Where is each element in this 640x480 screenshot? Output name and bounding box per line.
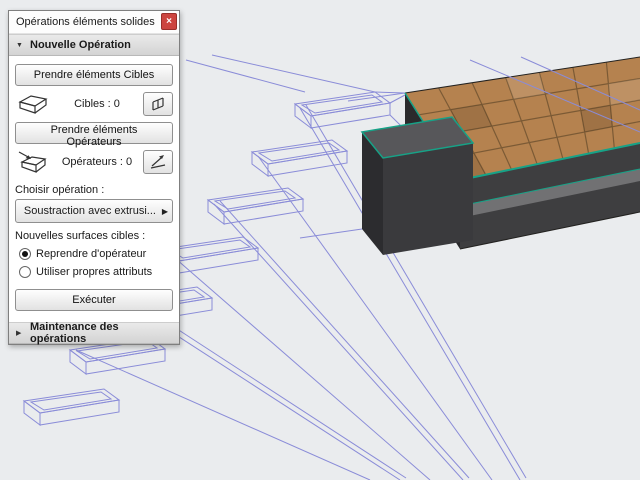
highlight-targets-button[interactable] xyxy=(143,92,173,116)
flyout-arrow-icon: ▶ xyxy=(161,206,168,216)
operators-row: Opérateurs : 0 xyxy=(15,147,173,177)
radio-inherit-operator-attributes[interactable]: Reprendre d'opérateur xyxy=(15,245,173,263)
section-new-operation[interactable]: ▼ Nouvelle Opération xyxy=(9,34,179,56)
targets-row: Cibles : 0 xyxy=(15,89,173,119)
radio-use-own-label: Utiliser propres attributs xyxy=(36,266,153,278)
execute-button[interactable]: Exécuter xyxy=(15,289,173,311)
section-new-operation-label: Nouvelle Opération xyxy=(30,39,131,51)
archicad-3d-window: Opérations éléments solides × ▼ Nouvelle… xyxy=(0,0,640,480)
palette-title: Opérations éléments solides xyxy=(16,16,155,28)
new-surfaces-label: Nouvelles surfaces cibles : xyxy=(15,230,146,242)
front-step[interactable] xyxy=(360,116,475,255)
choose-operation-label: Choisir opération : xyxy=(15,184,105,196)
radio-inherit-operator-label: Reprendre d'opérateur xyxy=(36,248,147,260)
operation-dropdown[interactable]: Soustraction avec extrusi... ▶ xyxy=(15,199,173,223)
close-button[interactable]: × xyxy=(161,13,177,30)
operation-dropdown-value: Soustraction avec extrusi... xyxy=(23,205,156,217)
radio-button-icon[interactable] xyxy=(19,248,31,260)
highlight-targets-icon xyxy=(152,97,164,111)
get-operators-button[interactable]: Prendre éléments Opérateurs xyxy=(15,122,173,148)
triangle-right-icon: ▶ xyxy=(16,330,22,337)
section-maintenance[interactable]: ▶ Maintenance des opérations xyxy=(9,321,179,345)
highlight-operators-icon xyxy=(150,155,166,169)
palette-titlebar[interactable]: Opérations éléments solides × xyxy=(9,11,179,34)
palette-content: Prendre éléments Cibles Cibles : 0 Prend… xyxy=(9,56,179,322)
solid-operations-palette: Opérations éléments solides × ▼ Nouvelle… xyxy=(8,10,180,345)
targets-count: Cibles : 0 xyxy=(74,98,120,110)
section-maintenance-label: Maintenance des opérations xyxy=(30,321,119,345)
operators-count: Opérateurs : 0 xyxy=(61,156,133,168)
operator-elements-cube-icon xyxy=(15,150,51,174)
highlight-operators-button[interactable] xyxy=(143,150,173,174)
target-elements-cube-icon xyxy=(15,92,51,116)
get-targets-button[interactable]: Prendre éléments Cibles xyxy=(15,64,173,86)
radio-button-icon[interactable] xyxy=(19,266,31,278)
triangle-down-icon: ▼ xyxy=(16,41,23,49)
radio-use-own-attributes[interactable]: Utiliser propres attributs xyxy=(15,263,173,281)
